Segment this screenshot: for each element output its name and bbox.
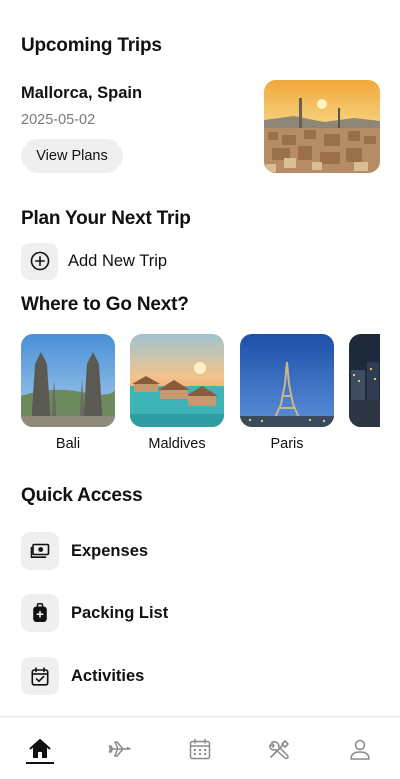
quick-access-expenses[interactable]: Expenses: [21, 532, 148, 570]
person-icon: [350, 739, 370, 760]
home-icon: [29, 738, 51, 758]
tab-home[interactable]: [0, 717, 80, 779]
barcelona-cityscape-image: [264, 80, 380, 173]
active-tab-indicator: [26, 762, 54, 764]
destination-card-next[interactable]: N: [349, 334, 380, 452]
where-to-go-title: Where to Go Next?: [21, 294, 189, 315]
tab-profile[interactable]: [320, 717, 400, 779]
plus-circle-icon: [30, 251, 49, 271]
quick-access-label: Activities: [71, 666, 145, 685]
trip-date: 2025-05-02: [21, 112, 96, 128]
paris-image: [240, 334, 334, 427]
destination-card-paris[interactable]: Paris: [240, 334, 334, 452]
view-plans-button[interactable]: View Plans: [21, 139, 123, 173]
destination-card-bali[interactable]: Bali: [21, 334, 115, 452]
upcoming-trips-title: Upcoming Trips: [21, 35, 162, 56]
calendar-check-icon: [21, 657, 59, 695]
destination-card-maldives[interactable]: Maldives: [130, 334, 224, 452]
add-new-trip-button[interactable]: Add New Trip: [21, 242, 168, 280]
quick-access-title: Quick Access: [21, 485, 143, 506]
city-night-image: [349, 334, 380, 427]
plan-next-trip-title: Plan Your Next Trip: [21, 208, 191, 229]
bali-image: [21, 334, 115, 427]
quick-access-label: Expenses: [71, 541, 149, 560]
backpack-icon: [21, 594, 59, 632]
bottom-tab-bar: [0, 716, 400, 779]
destination-label: Bali: [55, 436, 81, 452]
airplane-icon: [108, 740, 131, 757]
add-new-trip-label: Add New Trip: [68, 251, 168, 270]
tab-tools[interactable]: [240, 717, 320, 779]
quick-access-activities[interactable]: Activities: [21, 657, 144, 695]
calendar-icon: [189, 738, 211, 759]
add-trip-icon-box: [21, 242, 58, 280]
destination-label: Paris: [270, 436, 304, 452]
tab-flights[interactable]: [80, 717, 160, 779]
trip-name: Mallorca, Spain: [21, 84, 143, 102]
destination-label: N: [349, 436, 380, 452]
tab-calendar[interactable]: [160, 717, 240, 779]
destinations-carousel[interactable]: Bali Maldives Paris: [21, 334, 380, 454]
tools-icon: [269, 739, 289, 759]
quick-access-label: Packing List: [71, 603, 169, 622]
maldives-image: [130, 334, 224, 427]
trip-photo[interactable]: [264, 80, 380, 173]
quick-access-packing-list[interactable]: Packing List: [21, 594, 168, 632]
cash-icon: [21, 532, 59, 570]
destination-label: Maldives: [148, 436, 206, 452]
